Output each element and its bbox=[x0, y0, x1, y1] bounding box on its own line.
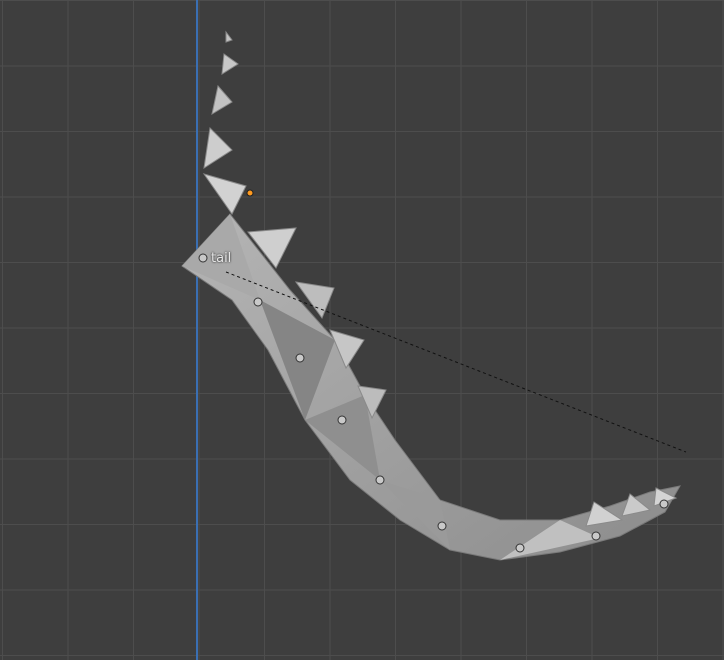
bone-joint-icon bbox=[337, 415, 347, 425]
bone-joint-icon bbox=[515, 543, 525, 553]
bone-name-label: tail bbox=[211, 251, 232, 266]
3d-viewport[interactable]: tail bbox=[0, 0, 724, 660]
bone-joint-icon bbox=[198, 253, 208, 263]
bone-joint-icon bbox=[375, 475, 385, 485]
origin-dot-icon[interactable] bbox=[246, 189, 254, 197]
bone-joint-icon bbox=[591, 531, 601, 541]
bone-joint-icon bbox=[253, 297, 263, 307]
upper-spikes[interactable] bbox=[202, 30, 247, 215]
bone-joint-icon bbox=[437, 521, 447, 531]
scene-canvas[interactable] bbox=[0, 0, 724, 660]
bone-joint-icon bbox=[295, 353, 305, 363]
bone-joint-icon bbox=[659, 499, 669, 509]
